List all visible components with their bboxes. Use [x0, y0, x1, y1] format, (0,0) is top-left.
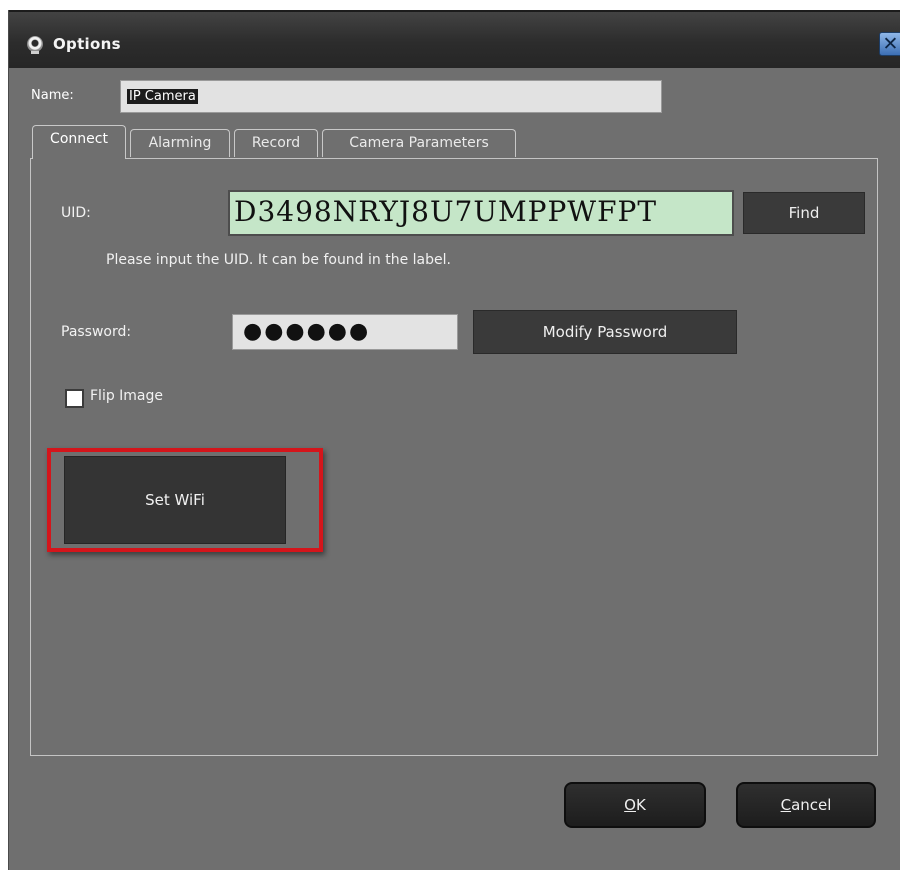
ok-mnemonic: O [624, 796, 636, 814]
uid-field[interactable]: D3498NRYJ8U7UMPPWFPT [228, 190, 734, 236]
modify-password-button[interactable]: Modify Password [473, 310, 737, 354]
tab-alarming[interactable]: Alarming [130, 129, 230, 157]
ok-button[interactable]: OK [564, 782, 706, 828]
password-field[interactable]: ●●●●●● [232, 314, 458, 350]
flip-image-checkbox[interactable] [65, 389, 84, 408]
window-title: Options [53, 35, 121, 53]
tab-record[interactable]: Record [234, 129, 318, 157]
set-wifi-button[interactable]: Set WiFi [64, 456, 286, 544]
uid-hint: Please input the UID. It can be found in… [106, 252, 451, 268]
ok-label: K [635, 796, 646, 814]
cancel-label: ancel [791, 796, 832, 814]
tab-connect[interactable]: Connect [32, 125, 126, 159]
webcam-icon [27, 36, 43, 54]
find-button[interactable]: Find [743, 192, 865, 234]
name-field[interactable]: IP Camera [120, 80, 662, 113]
flip-image-label[interactable]: Flip Image [90, 388, 163, 404]
close-icon[interactable]: ✕ [879, 32, 900, 56]
cancel-button[interactable]: Cancel [736, 782, 876, 828]
password-label: Password: [61, 324, 132, 340]
uid-label: UID: [61, 205, 91, 221]
name-label: Name: [31, 88, 74, 103]
title-bar: Options ✕ [9, 10, 900, 68]
tab-camera-parameters[interactable]: Camera Parameters [322, 129, 516, 157]
name-value: IP Camera [127, 89, 198, 104]
cancel-mnemonic: C [780, 796, 792, 814]
